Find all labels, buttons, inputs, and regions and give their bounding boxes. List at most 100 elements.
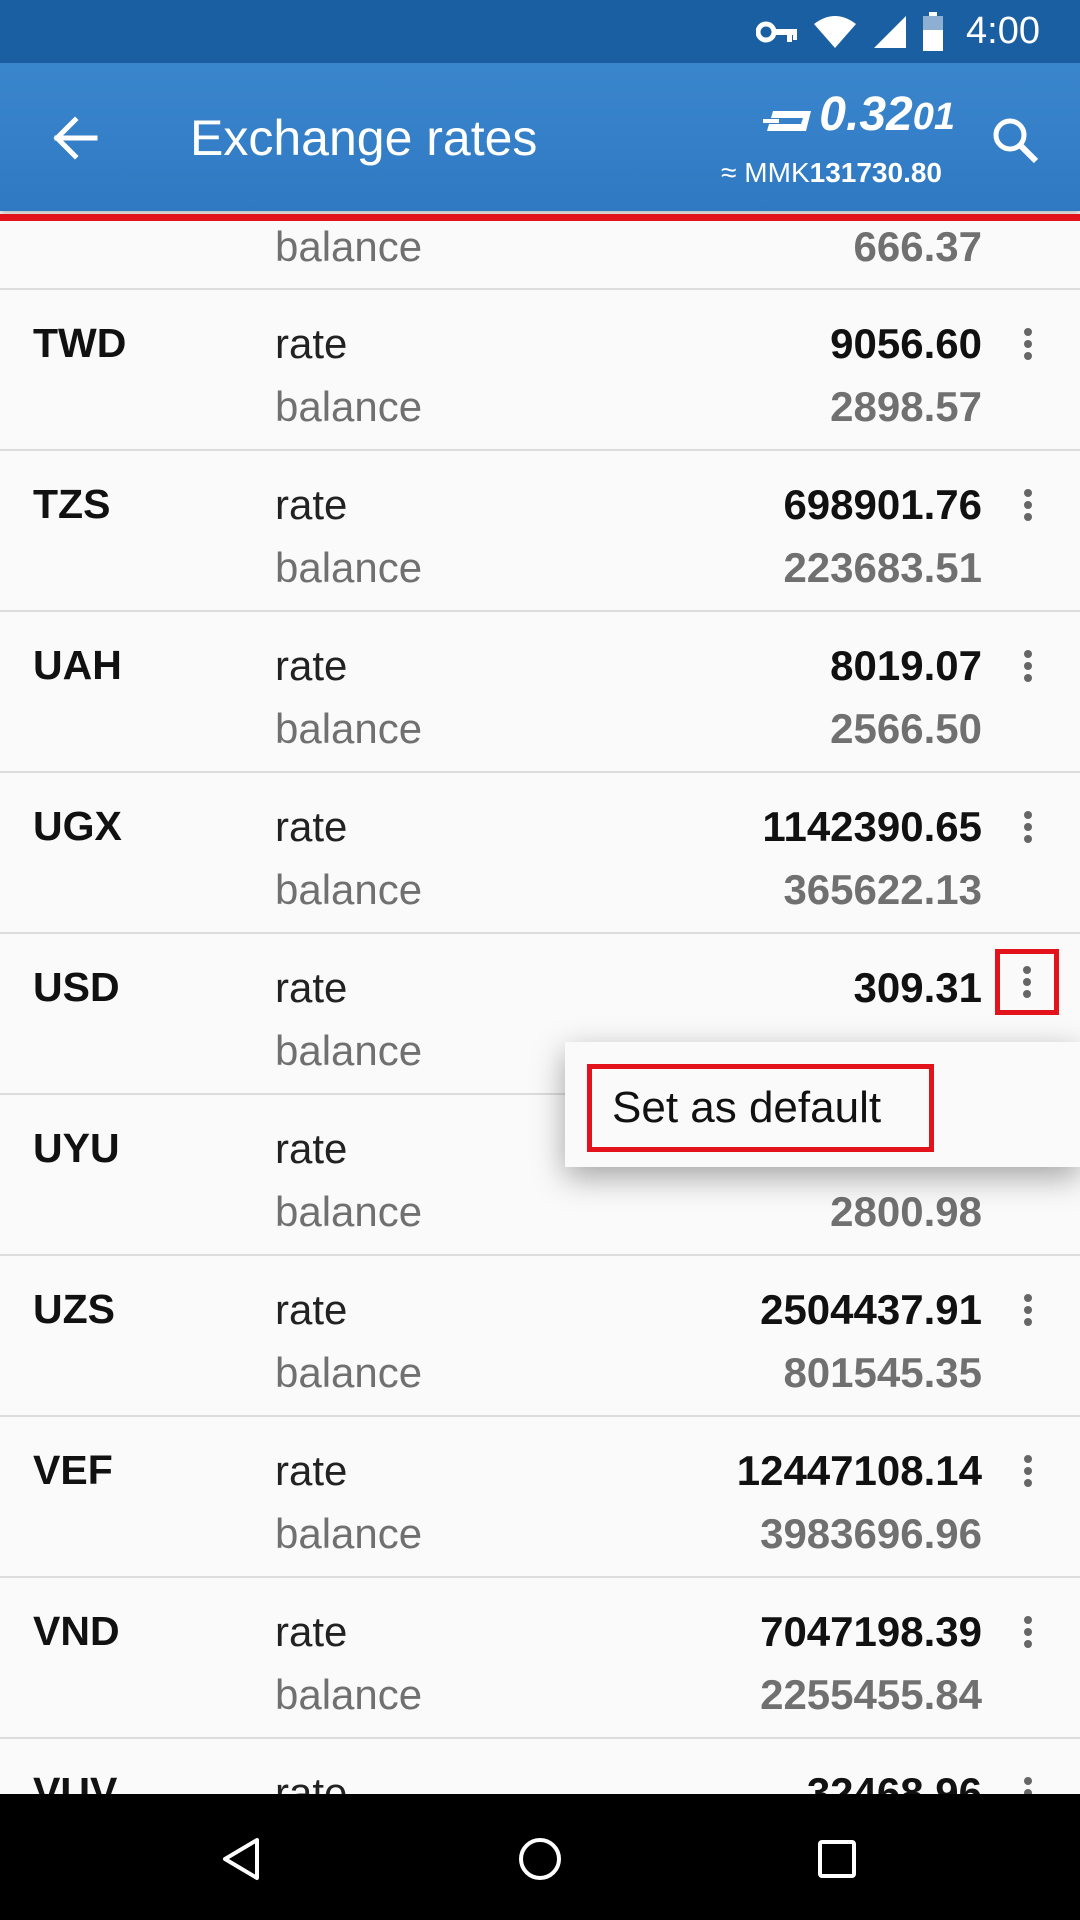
overflow-menu-button[interactable] bbox=[995, 949, 1059, 1015]
square-recents-icon bbox=[818, 1840, 856, 1878]
currency-code: USD bbox=[33, 964, 120, 1010]
navigation-bar bbox=[0, 1794, 1080, 1920]
more-vert-icon bbox=[1023, 966, 1031, 998]
more-vert-icon bbox=[1024, 1616, 1032, 1648]
list-item[interactable]: TZS rate balance 698901.76 223683.51 bbox=[0, 451, 1080, 612]
overflow-menu-button[interactable] bbox=[1006, 797, 1050, 857]
list-item[interactable]: VND rate balance 7047198.39 2255455.84 bbox=[0, 1578, 1080, 1739]
rate-label: rate bbox=[275, 1447, 348, 1494]
balance-label: balance bbox=[275, 223, 423, 270]
list-item[interactable]: TWD rate balance 9056.60 2898.57 bbox=[0, 290, 1080, 451]
rate-label: rate bbox=[275, 803, 348, 850]
overflow-menu-button[interactable] bbox=[1006, 1441, 1050, 1501]
rate-value: 8019.07 bbox=[830, 642, 982, 689]
balance-value: 2898.57 bbox=[830, 383, 982, 430]
balance-label: balance bbox=[275, 1671, 423, 1718]
overflow-menu-button[interactable] bbox=[1006, 1763, 1050, 1794]
popup-menu: Set as default bbox=[565, 1042, 1080, 1167]
rate-label: rate bbox=[275, 642, 348, 689]
overflow-menu-button[interactable] bbox=[1006, 636, 1050, 696]
balance-value: 801545.35 bbox=[783, 1349, 982, 1396]
svg-text:x: x bbox=[842, 36, 850, 50]
vpn-key-icon bbox=[756, 21, 798, 42]
currency-code: UGX bbox=[33, 803, 122, 849]
highlight-divider bbox=[0, 214, 1080, 221]
rate-value: 7047198.39 bbox=[760, 1608, 982, 1655]
list-item[interactable]: VUV rate 32468.96 bbox=[0, 1739, 1080, 1794]
rate-value: 9056.60 bbox=[830, 320, 982, 367]
balance-label: balance bbox=[275, 705, 423, 752]
wifi-icon: x bbox=[814, 15, 857, 50]
rate-label: rate bbox=[275, 1125, 348, 1172]
more-vert-icon bbox=[1024, 489, 1032, 521]
list-item[interactable]: VEF rate balance 12447108.14 3983696.96 bbox=[0, 1417, 1080, 1578]
clock: 4:00 bbox=[966, 10, 1040, 52]
rate-label: rate bbox=[275, 1286, 348, 1333]
balance-value: 2800.98 bbox=[830, 1188, 982, 1235]
balance-value: 365622.13 bbox=[783, 866, 982, 913]
fiat-value: 131730.80 bbox=[809, 157, 942, 188]
battery-icon bbox=[923, 11, 944, 51]
search-icon bbox=[993, 118, 1039, 164]
balance-label: balance bbox=[275, 866, 423, 913]
rate-label: rate bbox=[275, 1608, 348, 1655]
rate-value: 1142390.65 bbox=[762, 803, 982, 850]
rate-label: rate bbox=[275, 481, 348, 528]
rate-value: 2504437.91 bbox=[760, 1286, 982, 1333]
overflow-menu-button[interactable] bbox=[1006, 1280, 1050, 1340]
list-item[interactable]: balance 666.37 bbox=[0, 221, 1080, 290]
list-item[interactable]: UGX rate balance 1142390.65 365622.13 bbox=[0, 773, 1080, 934]
set-as-default-menu-item[interactable]: Set as default bbox=[587, 1064, 934, 1152]
overflow-menu-button[interactable] bbox=[1006, 1602, 1050, 1662]
signal-icon bbox=[874, 15, 907, 48]
wallet-balance: 0.32 01 ≈ MMK131730.80 bbox=[685, 85, 955, 195]
app-bar: Exchange rates 0.32 01 ≈ MMK131730.80 bbox=[0, 63, 1080, 211]
balance-label: balance bbox=[275, 1188, 423, 1235]
list-item[interactable]: UZS rate balance 2504437.91 801545.35 bbox=[0, 1256, 1080, 1417]
balance-value: 3983696.96 bbox=[760, 1510, 982, 1557]
overflow-menu-button[interactable] bbox=[1006, 475, 1050, 535]
balance-value: 223683.51 bbox=[783, 544, 982, 591]
currency-code: TZS bbox=[33, 481, 111, 527]
dash-logo-icon bbox=[763, 111, 812, 131]
rate-value: 309.31 bbox=[853, 964, 982, 1011]
triangle-back-icon bbox=[223, 1838, 259, 1880]
rate-value: 32468.96 bbox=[806, 1769, 982, 1794]
balance-label: balance bbox=[275, 1510, 423, 1557]
balance-decimals: 01 bbox=[912, 96, 955, 138]
back-button[interactable] bbox=[40, 103, 110, 173]
page-title: Exchange rates bbox=[190, 110, 538, 166]
currency-code: VND bbox=[33, 1608, 120, 1654]
rate-label: rate bbox=[275, 964, 348, 1011]
nav-back-button[interactable] bbox=[206, 1824, 276, 1894]
rate-label: rate bbox=[275, 320, 348, 367]
balance-value: 666.37 bbox=[853, 223, 982, 270]
currency-code: TWD bbox=[33, 320, 127, 366]
more-vert-icon bbox=[1024, 1777, 1032, 1794]
fiat-prefix: ≈ MMK bbox=[721, 157, 810, 188]
balance-label: balance bbox=[275, 1027, 423, 1074]
currency-code: UZS bbox=[33, 1286, 115, 1332]
more-vert-icon bbox=[1024, 1455, 1032, 1487]
fiat-balance: ≈ MMK131730.80 bbox=[721, 157, 942, 189]
overflow-menu-button[interactable] bbox=[1006, 314, 1050, 374]
more-vert-icon bbox=[1024, 650, 1032, 682]
nav-recents-button[interactable] bbox=[802, 1824, 872, 1894]
exchange-rate-list[interactable]: balance 666.37 TWD rate balance 9056.60 … bbox=[0, 221, 1080, 1794]
search-button[interactable] bbox=[980, 105, 1050, 175]
balance-value: 2255455.84 bbox=[760, 1671, 982, 1718]
nav-home-button[interactable] bbox=[505, 1824, 575, 1894]
balance-label: balance bbox=[275, 544, 423, 591]
currency-code: UAH bbox=[33, 642, 122, 688]
rate-value: 12447108.14 bbox=[736, 1447, 982, 1494]
more-vert-icon bbox=[1024, 1294, 1032, 1326]
list-item[interactable]: UAH rate balance 8019.07 2566.50 bbox=[0, 612, 1080, 773]
more-vert-icon bbox=[1024, 811, 1032, 843]
arrow-back-icon bbox=[53, 116, 98, 160]
circle-home-icon bbox=[519, 1838, 561, 1880]
balance-amount: 0.32 bbox=[819, 88, 913, 141]
status-bar: x 4:00 bbox=[0, 0, 1080, 63]
balance-label: balance bbox=[275, 1349, 423, 1396]
currency-code: VEF bbox=[33, 1447, 113, 1493]
balance-label: balance bbox=[275, 383, 423, 430]
